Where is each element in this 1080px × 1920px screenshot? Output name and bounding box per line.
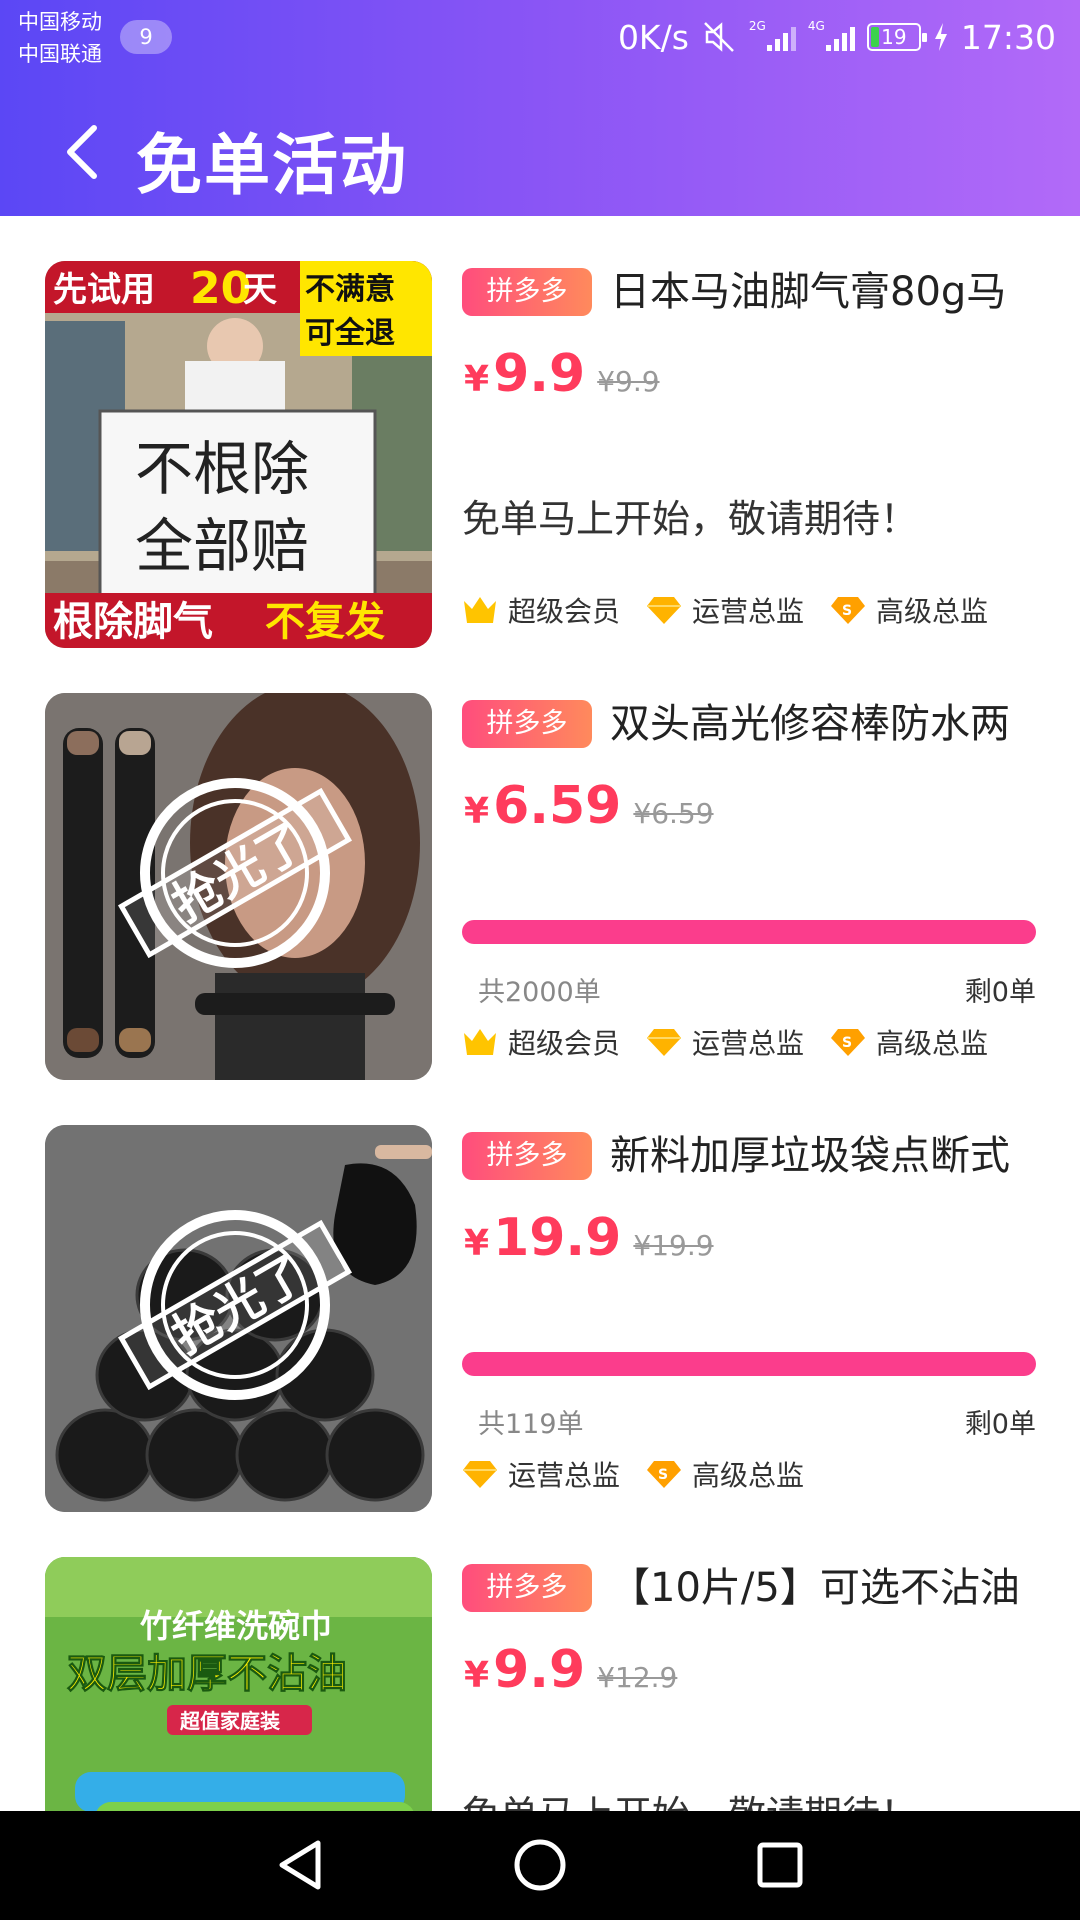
svg-text:全部赔: 全部赔 <box>135 512 309 580</box>
notification-badge: 9 <box>120 20 172 54</box>
svg-text:竹纤维洗碗巾: 竹纤维洗碗巾 <box>140 1607 332 1645</box>
product-card[interactable]: 竹纤维洗碗巾 双层加厚不沾油 超值家庭装 拼多多 【10片/5】可选不沾油 ¥9… <box>0 1512 1080 1811</box>
svg-text:不复发: 不复发 <box>265 599 385 645</box>
product-title[interactable]: 【10片/5】可选不沾油 <box>610 1562 1040 1614</box>
header-bar: 中国移动 中国联通 9 0K/s 2G 4G 19 17:30 免单活动 <box>0 0 1080 216</box>
platform-tag: 拼多多 <box>462 268 592 316</box>
product-info: 拼多多 双头高光修容棒防水两 ¥6.59 ¥6.59 共2000单 剩0单 超级会… <box>462 698 1036 1083</box>
s-diamond-icon: S <box>831 1029 866 1056</box>
price: ¥9.9 ¥12.9 <box>464 1640 678 1700</box>
signal-icon-2: 4G <box>808 19 855 51</box>
carrier-1: 中国移动 <box>18 10 102 34</box>
product-list[interactable]: 先试用 20 天 不满意 可全退 不根除 全部赔 根除脚气 不复发 拼多多 日本… <box>0 216 1080 1811</box>
current-price: 9.9 <box>493 344 586 404</box>
level-senior-director: S 高级总监 <box>646 1454 804 1494</box>
diamond-icon <box>647 1029 682 1056</box>
diamond-icon <box>463 1461 497 1488</box>
free-order-notice: 免单马上开始，敬请期待！ <box>462 497 919 541</box>
product-image[interactable]: 先试用 20 天 不满意 可全退 不根除 全部赔 根除脚气 不复发 <box>45 261 432 648</box>
carrier-info: 中国移动 中国联通 <box>18 6 102 70</box>
level-operations-director: 运营总监 <box>646 590 804 630</box>
price: ¥6.59 ¥6.59 <box>464 776 714 836</box>
back-icon[interactable] <box>62 122 102 182</box>
svg-text:先试用: 先试用 <box>53 270 155 310</box>
s-diamond-icon: S <box>647 1461 682 1488</box>
level-senior-director: S 高级总监 <box>830 1022 988 1062</box>
battery-icon: 19 <box>866 23 927 51</box>
product-photo-dish-cloth: 竹纤维洗碗巾 双层加厚不沾油 超值家庭装 <box>45 1557 432 1811</box>
product-image[interactable]: 竹纤维洗碗巾 双层加厚不沾油 超值家庭装 <box>45 1557 432 1811</box>
platform-tag: 拼多多 <box>462 1564 592 1612</box>
diamond-icon <box>647 597 682 624</box>
product-image[interactable]: 抢光了 <box>45 1125 432 1512</box>
svg-text:根除脚气: 根除脚气 <box>53 599 213 645</box>
mute-icon <box>704 22 734 52</box>
back-triangle-icon[interactable] <box>270 1835 330 1895</box>
home-circle-icon[interactable] <box>510 1835 570 1895</box>
free-order-notice: 免单马上开始，敬请期待！ <box>462 1784 918 1811</box>
original-price: ¥19.9 <box>633 1229 714 1262</box>
current-price: 19.9 <box>493 1208 622 1268</box>
member-levels: 运营总监 S 高级总监 <box>462 1454 804 1494</box>
current-price: 9.9 <box>493 1640 586 1700</box>
clock: 17:30 <box>960 17 1056 57</box>
original-price: ¥9.9 <box>597 365 660 398</box>
page-title: 免单活动 <box>136 127 408 204</box>
svg-text:可全退: 可全退 <box>305 316 395 351</box>
platform-tag: 拼多多 <box>462 1132 592 1180</box>
member-levels: 超级会员 运营总监 S 高级总监 <box>462 590 988 630</box>
total-orders: 共2000单 <box>478 977 601 1008</box>
product-card[interactable]: 抢光了 拼多多 新料加厚垃圾袋点断式 ¥19.9 ¥19.9 共119单 剩0单 … <box>0 1080 1080 1512</box>
svg-text:超值家庭装: 超值家庭装 <box>179 1709 280 1733</box>
original-price: ¥6.59 <box>633 797 714 830</box>
member-levels: 超级会员 运营总监 S 高级总监 <box>462 1022 988 1062</box>
svg-text:S: S <box>842 1035 852 1051</box>
product-photo-trash-bags: 抢光了 <box>45 1125 432 1512</box>
level-operations-director: 运营总监 <box>646 1022 804 1062</box>
product-title[interactable]: 双头高光修容棒防水两 <box>610 698 1040 750</box>
product-info: 拼多多 日本马油脚气膏80g马 ¥9.9 ¥9.9 免单马上开始，敬请期待！ 超级… <box>462 266 1036 651</box>
progress-bar <box>462 920 1036 944</box>
current-price: 6.59 <box>493 776 622 836</box>
network-speed: 0K/s <box>617 17 689 57</box>
product-info: 拼多多 新料加厚垃圾袋点断式 ¥19.9 ¥19.9 共119单 剩0单 运营总监… <box>462 1130 1036 1515</box>
signal-icon-1: 2G <box>749 19 796 51</box>
product-info: 拼多多 【10片/5】可选不沾油 ¥9.9¥12.9 免单马上开始，敬请期待！ <box>462 1562 1036 1811</box>
price: ¥9.9 ¥9.9 <box>464 344 660 404</box>
product-card[interactable]: 先试用 20 天 不满意 可全退 不根除 全部赔 根除脚气 不复发 拼多多 日本… <box>0 216 1080 648</box>
product-photo-contour-stick: 抢光了 <box>45 693 432 1080</box>
price: ¥19.9 ¥19.9 <box>464 1208 714 1268</box>
original-price: ¥12.9 <box>597 1661 678 1694</box>
product-image[interactable]: 抢光了 <box>45 693 432 1080</box>
level-super-member: 超级会员 <box>462 1022 620 1062</box>
svg-text:天: 天 <box>243 270 277 310</box>
remaining-orders: 剩0单 <box>964 977 1036 1008</box>
level-senior-director: S 高级总监 <box>830 590 988 630</box>
level-operations-director: 运营总监 <box>462 1454 620 1494</box>
product-title[interactable]: 日本马油脚气膏80g马 <box>610 266 1040 318</box>
platform-tag: 拼多多 <box>462 700 592 748</box>
level-super-member: 超级会员 <box>462 590 620 630</box>
remaining-orders: 剩0单 <box>964 1409 1036 1440</box>
svg-text:不根除: 不根除 <box>135 435 309 503</box>
product-title[interactable]: 新料加厚垃圾袋点断式 <box>610 1130 1040 1182</box>
recent-apps-icon[interactable] <box>750 1835 810 1895</box>
product-card[interactable]: 抢光了 拼多多 双头高光修容棒防水两 ¥6.59 ¥6.59 共2000单 剩0单… <box>0 648 1080 1080</box>
svg-text:S: S <box>658 1467 668 1483</box>
s-diamond-icon: S <box>831 597 866 624</box>
svg-text:不满意: 不满意 <box>305 272 395 307</box>
svg-text:S: S <box>842 603 852 619</box>
crown-icon <box>464 1029 496 1055</box>
product-photo-foot-cream: 先试用 20 天 不满意 可全退 不根除 全部赔 根除脚气 不复发 <box>45 261 432 648</box>
carrier-2: 中国联通 <box>18 42 102 66</box>
crown-icon <box>464 597 496 623</box>
charging-icon <box>934 23 947 51</box>
status-icons: 0K/s 2G 4G 19 17:30 <box>618 14 1056 60</box>
progress-bar <box>462 1352 1036 1376</box>
svg-text:双层加厚不沾油: 双层加厚不沾油 <box>67 1651 347 1697</box>
total-orders: 共119单 <box>478 1409 584 1440</box>
system-nav-bar <box>0 1811 1080 1920</box>
